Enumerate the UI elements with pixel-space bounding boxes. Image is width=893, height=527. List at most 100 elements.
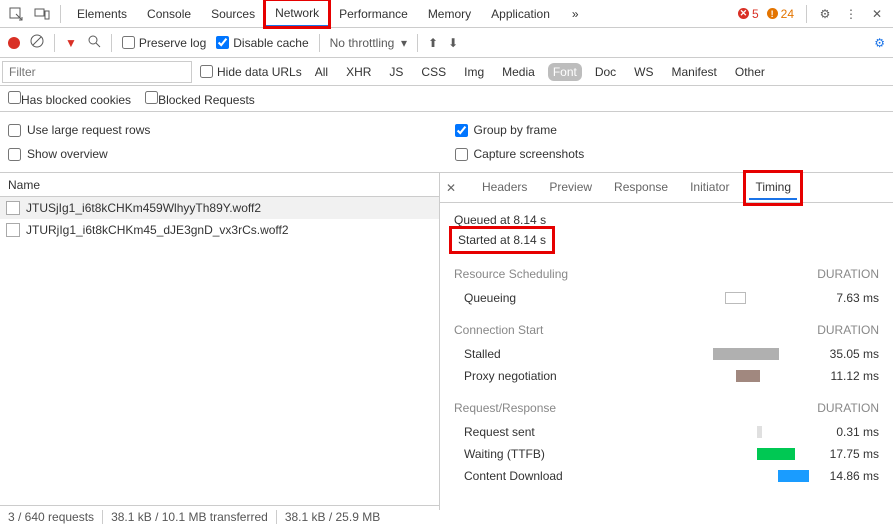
timing-value: 17.75 ms: [809, 447, 879, 461]
main-tabbar: ElementsConsoleSourcesNetworkPerformance…: [0, 0, 893, 28]
preserve-log-checkbox[interactable]: Preserve log: [122, 36, 206, 50]
view-settings: Use large request rows Show overview Gro…: [0, 112, 893, 173]
tab-console[interactable]: Console: [137, 0, 201, 27]
duration-header: DURATION: [817, 267, 879, 281]
filter-type-xhr[interactable]: XHR: [341, 63, 376, 81]
filter-bar: Hide data URLs All XHR JS CSS Img Media Font Do…: [0, 58, 893, 86]
device-toggle-icon[interactable]: [30, 2, 54, 26]
filter-type-img[interactable]: Img: [459, 63, 489, 81]
gear-icon[interactable]: ⚙: [813, 2, 837, 26]
timing-row: Proxy negotiation 11.12 ms: [454, 365, 879, 387]
status-bar: 3 / 640 requests 38.1 kB / 10.1 MB trans…: [0, 505, 440, 527]
filter-input[interactable]: [2, 61, 192, 83]
throttling-select[interactable]: No throttling ▾: [330, 36, 407, 50]
timing-row: Waiting (TTFB) 17.75 ms: [454, 443, 879, 465]
filter-type-media[interactable]: Media: [497, 63, 540, 81]
tab-memory[interactable]: Memory: [418, 0, 481, 27]
close-icon[interactable]: ✕: [865, 2, 889, 26]
capture-screenshots-checkbox[interactable]: Capture screenshots: [455, 142, 886, 166]
status-transferred: 38.1 kB / 10.1 MB transferred: [111, 510, 268, 524]
more-tabs[interactable]: »: [562, 0, 589, 27]
separator: [60, 5, 61, 23]
timing-value: 7.63 ms: [809, 291, 879, 305]
timing-label: Queueing: [454, 291, 634, 305]
timing-section: Connection Start DURATION Stalled 35.05 ms P…: [454, 323, 879, 387]
timing-section: Request/Response DURATION Request sent0.31…: [454, 401, 879, 487]
timing-value: 35.05 ms: [809, 347, 879, 361]
options-row: Has blocked cookies Blocked Requests: [0, 86, 893, 112]
blocked-requests-checkbox[interactable]: Blocked Requests: [145, 91, 255, 107]
duration-header: DURATION: [817, 323, 879, 337]
record-button[interactable]: [8, 37, 20, 49]
filter-type-all[interactable]: All: [310, 63, 333, 81]
section-title: Request/Response: [454, 401, 556, 415]
network-settings-gear-icon[interactable]: ⚙: [874, 36, 885, 50]
download-har-icon[interactable]: ⬇: [448, 36, 458, 50]
timing-label: Proxy negotiation: [454, 369, 634, 383]
group-by-frame-checkbox[interactable]: Group by frame: [455, 118, 886, 142]
timing-row: Content Download14.86 ms: [454, 465, 879, 487]
timing-label: Request sent: [454, 425, 634, 439]
request-row[interactable]: JTUSjIg1_i6t8kCHKm459WlhyyTh89Y.woff2: [0, 197, 439, 219]
large-rows-checkbox[interactable]: Use large request rows: [8, 118, 439, 142]
details-tab-headers[interactable]: Headers: [480, 176, 529, 200]
status-resources: 38.1 kB / 25.9 MB: [285, 510, 380, 524]
details-close-icon[interactable]: ✕: [446, 181, 462, 195]
kebab-icon[interactable]: ⋮: [839, 2, 863, 26]
blocked-cookies-checkbox[interactable]: Has blocked cookies: [8, 91, 131, 107]
tab-sources[interactable]: Sources: [201, 0, 265, 27]
disable-cache-checkbox[interactable]: Disable cache: [216, 36, 308, 50]
warning-badge[interactable]: !24: [767, 7, 794, 21]
type-filters: All XHR JS CSS Img Media Font Doc WS Manifest Othe…: [310, 63, 770, 81]
tab-application[interactable]: Application: [481, 0, 560, 27]
timing-row: Request sent0.31 ms: [454, 421, 879, 443]
filter-type-css[interactable]: CSS: [416, 63, 451, 81]
filter-type-manifest[interactable]: Manifest: [667, 63, 722, 81]
file-icon: [6, 223, 20, 237]
timing-label: Waiting (TTFB): [454, 447, 634, 461]
file-icon: [6, 201, 20, 215]
details-tab-timing[interactable]: Timing: [749, 176, 797, 200]
tab-network[interactable]: Network: [265, 0, 329, 27]
search-icon[interactable]: [87, 34, 101, 51]
section-title: Connection Start: [454, 323, 543, 337]
filter-type-js[interactable]: JS: [384, 63, 408, 81]
duration-header: DURATION: [817, 401, 879, 415]
tab-performance[interactable]: Performance: [329, 0, 418, 27]
timing-label: Stalled: [454, 347, 634, 361]
details-tabs: ✕ Headers Preview Response Initiator Timing: [440, 173, 893, 203]
details-pane: ✕ HeadersPreviewResponseInitiatorTiming …: [440, 173, 893, 510]
timing-row: Stalled 35.05 ms: [454, 343, 879, 365]
column-header-name[interactable]: Name: [0, 173, 439, 197]
status-requests: 3 / 640 requests: [8, 510, 94, 524]
filter-type-font[interactable]: Font: [548, 63, 582, 81]
section-title: Resource Scheduling: [454, 267, 568, 281]
timing-value: 11.12 ms: [809, 369, 879, 383]
details-tab-response[interactable]: Response: [612, 176, 670, 200]
timing-section: Resource Scheduling DURATION Queueing 7.63 …: [454, 267, 879, 309]
show-overview-checkbox[interactable]: Show overview: [8, 142, 439, 166]
timing-row: Queueing 7.63 ms: [454, 287, 879, 309]
details-tab-preview[interactable]: Preview: [547, 176, 594, 200]
queued-info: Queued at 8.14 s: [454, 213, 879, 227]
main-split: Name JTUSjIg1_i6t8kCHKm459WlhyyTh89Y.wof…: [0, 173, 893, 510]
inspect-icon[interactable]: [4, 2, 28, 26]
filter-type-doc[interactable]: Doc: [590, 63, 621, 81]
separator: [806, 5, 807, 23]
upload-har-icon[interactable]: ⬆: [428, 36, 438, 50]
filter-icon[interactable]: ▼: [65, 36, 77, 50]
filter-type-ws[interactable]: WS: [629, 63, 658, 81]
network-toolbar: ▼ Preserve log Disable cache No throttli…: [0, 28, 893, 58]
timing-value: 14.86 ms: [809, 469, 879, 483]
tab-elements[interactable]: Elements: [67, 0, 137, 27]
panel-tabs: ElementsConsoleSourcesNetworkPerformance…: [67, 0, 560, 27]
request-name: JTUSjIg1_i6t8kCHKm459WlhyyTh89Y.woff2: [26, 201, 261, 215]
details-tab-initiator[interactable]: Initiator: [688, 176, 731, 200]
started-info: Started at 8.14 s: [454, 231, 550, 249]
request-row[interactable]: JTURjIg1_i6t8kCHKm45_dJE3gnD_vx3rCs.woff…: [0, 219, 439, 241]
filter-type-other[interactable]: Other: [730, 63, 770, 81]
clear-icon[interactable]: [30, 34, 44, 51]
request-name: JTURjIg1_i6t8kCHKm45_dJE3gnD_vx3rCs.woff…: [26, 223, 289, 237]
error-badge[interactable]: ✕5: [738, 7, 759, 21]
hide-data-urls-checkbox[interactable]: Hide data URLs: [200, 65, 302, 79]
